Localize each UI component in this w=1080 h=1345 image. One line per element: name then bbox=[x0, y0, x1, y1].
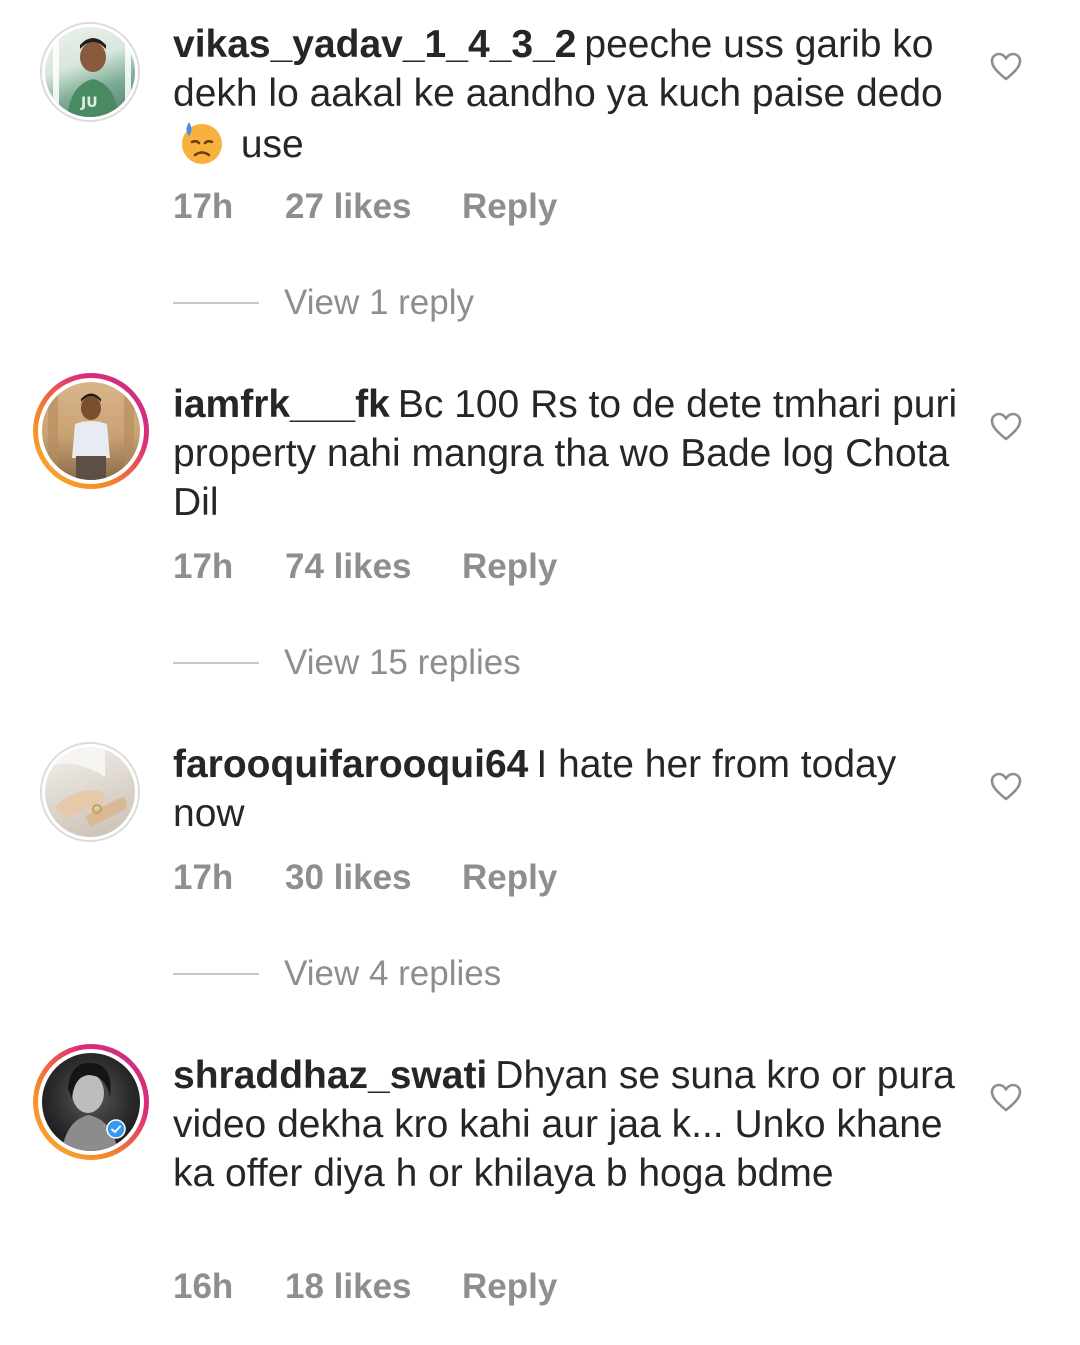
reply-button[interactable]: Reply bbox=[462, 187, 557, 227]
view-replies-button[interactable]: View 4 replies bbox=[173, 954, 501, 994]
avatar[interactable] bbox=[33, 1044, 149, 1160]
reply-button[interactable]: Reply bbox=[462, 547, 557, 587]
replies-divider bbox=[173, 662, 259, 664]
view-replies-label: View 1 reply bbox=[284, 283, 475, 322]
comment-likes[interactable]: 74 likes bbox=[285, 547, 462, 587]
comment-likes[interactable]: 18 likes bbox=[285, 1267, 462, 1307]
replies-divider bbox=[173, 973, 259, 975]
comment-meta: 17h 27 likes Reply bbox=[173, 187, 557, 227]
avatar[interactable] bbox=[33, 373, 149, 489]
comment-likes[interactable]: 30 likes bbox=[285, 858, 462, 898]
heart-outline-icon[interactable] bbox=[990, 412, 1022, 442]
comment-time: 17h bbox=[173, 858, 234, 897]
avatar-image bbox=[38, 1049, 144, 1155]
comment-meta: 16h 18 likes Reply bbox=[173, 1267, 557, 1307]
downcast-sweat-face-emoji-icon bbox=[177, 118, 226, 167]
reply-button[interactable]: Reply bbox=[462, 1267, 557, 1307]
comment-text: shraddhaz_swati Dhyan se suna kro or pura… bbox=[173, 1051, 963, 1198]
comment-time: 17h bbox=[173, 187, 234, 226]
reply-button[interactable]: Reply bbox=[462, 858, 557, 898]
comment-time: 16h bbox=[173, 1267, 234, 1306]
replies-divider bbox=[173, 302, 259, 304]
comment-username[interactable]: farooquifarooqui64 bbox=[173, 743, 528, 786]
comment-likes[interactable]: 27 likes bbox=[285, 187, 462, 227]
heart-outline-icon[interactable] bbox=[990, 772, 1022, 802]
comment-meta: 17h 30 likes Reply bbox=[173, 858, 557, 898]
comment-text: farooquifarooqui64 I hate her from today … bbox=[173, 740, 963, 838]
view-replies-button[interactable]: View 1 reply bbox=[173, 283, 474, 323]
comment-text: iamfrk___fk Bc 100 Rs to de dete tmhari p… bbox=[173, 380, 963, 527]
heart-outline-icon[interactable] bbox=[990, 1083, 1022, 1113]
avatar-image: JU bbox=[42, 24, 138, 120]
avatar-image bbox=[38, 378, 144, 484]
view-replies-button[interactable]: View 15 replies bbox=[173, 643, 521, 683]
avatar-image bbox=[42, 744, 138, 840]
view-replies-label: View 4 replies bbox=[284, 954, 502, 993]
svg-text:JU: JU bbox=[80, 95, 98, 111]
comment-meta: 17h 74 likes Reply bbox=[173, 547, 557, 587]
verified-icon bbox=[106, 1119, 126, 1139]
comment-time: 17h bbox=[173, 547, 234, 586]
heart-outline-icon[interactable] bbox=[990, 52, 1022, 82]
avatar[interactable] bbox=[40, 742, 140, 842]
avatar[interactable]: JU bbox=[40, 22, 140, 122]
comment-username[interactable]: vikas_yadav_1_4_3_2 bbox=[173, 23, 576, 66]
comment-body-end: use bbox=[240, 123, 304, 166]
comment-text: vikas_yadav_1_4_3_2 peeche uss garib ko d… bbox=[173, 20, 963, 169]
comment-username[interactable]: iamfrk___fk bbox=[173, 383, 390, 426]
view-replies-label: View 15 replies bbox=[284, 643, 521, 682]
comment-username[interactable]: shraddhaz_swati bbox=[173, 1054, 487, 1097]
